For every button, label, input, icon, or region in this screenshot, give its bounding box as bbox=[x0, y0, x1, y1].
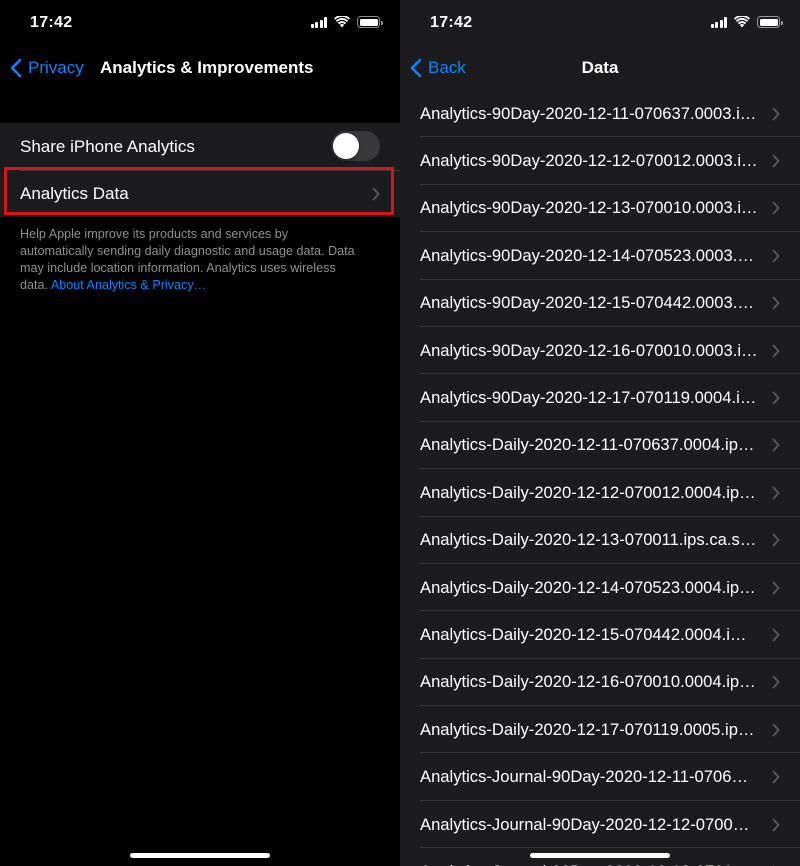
file-name: Analytics-Daily-2020-12-15-070442.0004.i… bbox=[420, 624, 747, 644]
file-name: Analytics-Daily-2020-12-16-070010.0004.i… bbox=[420, 672, 756, 692]
page-title: Analytics & Improvements bbox=[100, 58, 314, 77]
file-name: Analytics-90Day-2020-12-15-070442.0003.… bbox=[420, 293, 754, 313]
list-item[interactable]: Analytics-Journal-90Day-2020-12-12-0700… bbox=[400, 801, 800, 849]
file-name: Analytics-90Day-2020-12-11-070637.0003.i… bbox=[420, 103, 757, 123]
screenshot-pair: 17:42 Privacy Analytics & Improvements S… bbox=[0, 0, 800, 866]
chevron-right-icon bbox=[772, 675, 780, 689]
chevron-right-icon bbox=[772, 344, 780, 358]
list-item[interactable]: Analytics-Journal-90Day-2020-12-11-0706… bbox=[400, 753, 800, 802]
status-time: 17:42 bbox=[30, 14, 73, 31]
share-iphone-analytics-row: Share iPhone Analytics bbox=[0, 123, 400, 170]
status-icons bbox=[710, 16, 783, 28]
list-item[interactable]: Analytics-Daily-2020-12-16-070010.0004.i… bbox=[400, 659, 800, 707]
file-name: Analytics-90Day-2020-12-13-070010.0003.i… bbox=[420, 198, 758, 218]
list-item[interactable]: Analytics-Daily-2020-12-11-070637.0004.i… bbox=[400, 422, 800, 470]
chevron-right-icon bbox=[772, 723, 780, 737]
navigation-bar: Privacy Analytics & Improvements bbox=[0, 46, 400, 90]
share-iphone-analytics-label: Share iPhone Analytics bbox=[20, 136, 195, 156]
chevron-right-icon bbox=[772, 818, 780, 831]
cellular-signal-icon bbox=[310, 16, 327, 28]
analytics-settings-group: Share iPhone Analytics Analytics Data bbox=[0, 123, 400, 217]
chevron-right-icon bbox=[772, 628, 780, 642]
list-item[interactable]: Analytics-90Day-2020-12-11-070637.0003.i… bbox=[400, 90, 800, 138]
file-name: Analytics-90Day-2020-12-12-070012.0003.i… bbox=[420, 151, 758, 171]
chevron-right-icon bbox=[772, 296, 780, 310]
navigation-bar: Back Data bbox=[400, 46, 800, 90]
analytics-improvements-screen: 17:42 Privacy Analytics & Improvements S… bbox=[0, 0, 400, 866]
list-item[interactable]: Analytics-90Day-2020-12-12-070012.0003.i… bbox=[400, 137, 800, 186]
chevron-right-icon bbox=[772, 107, 780, 121]
file-name: Analytics-Daily-2020-12-17-070119.0005.i… bbox=[420, 719, 755, 739]
analytics-footnote: Help Apple improve its products and serv… bbox=[20, 226, 365, 294]
status-bar: 17:42 bbox=[400, 0, 800, 46]
list-item[interactable]: Analytics-90Day-2020-12-16-070010.0003.i… bbox=[400, 327, 800, 375]
share-iphone-analytics-toggle[interactable] bbox=[331, 131, 380, 161]
list-item[interactable]: Analytics-Daily-2020-12-15-070442.0004.i… bbox=[400, 611, 800, 660]
wifi-icon bbox=[334, 16, 350, 28]
file-name: Analytics-Daily-2020-12-12-070012.0004.i… bbox=[420, 482, 756, 502]
chevron-right-icon bbox=[772, 581, 780, 594]
page-title: Data bbox=[581, 58, 619, 77]
chevron-left-icon bbox=[10, 58, 22, 78]
data-screen: 17:42 Back Data Analytics-90Day-2020-12-… bbox=[400, 0, 800, 866]
analytics-data-label: Analytics Data bbox=[20, 183, 129, 203]
file-name: Analytics-90Day-2020-12-14-070523.0003.… bbox=[420, 245, 754, 265]
file-name: Analytics-Journal-90Day-2020-12-13-0700… bbox=[420, 862, 758, 866]
file-name: Analytics-Daily-2020-12-11-070637.0004.i… bbox=[420, 435, 755, 455]
file-name: Analytics-Daily-2020-12-14-070523.0004.i… bbox=[420, 577, 756, 597]
about-analytics-privacy-link[interactable]: About Analytics & Privacy… bbox=[51, 278, 206, 292]
list-item[interactable]: Analytics-Daily-2020-12-17-070119.0005.i… bbox=[400, 706, 800, 754]
status-time: 17:42 bbox=[430, 14, 473, 31]
list-item[interactable]: Analytics-90Day-2020-12-14-070523.0003.… bbox=[400, 232, 800, 280]
wifi-icon bbox=[734, 16, 750, 28]
list-item[interactable]: Analytics-90Day-2020-12-17-070119.0004.i… bbox=[400, 374, 800, 423]
back-label: Privacy bbox=[28, 58, 84, 77]
file-name: Analytics-Journal-90Day-2020-12-11-0706… bbox=[420, 767, 749, 787]
list-item[interactable]: Analytics-Daily-2020-12-14-070523.0004.i… bbox=[400, 564, 800, 612]
file-name: Analytics-90Day-2020-12-17-070119.0004.i… bbox=[420, 388, 757, 408]
analytics-file-list: Analytics-90Day-2020-12-11-070637.0003.i… bbox=[400, 90, 800, 866]
chevron-right-icon bbox=[372, 187, 380, 200]
chevron-right-icon bbox=[772, 770, 780, 784]
analytics-data-row[interactable]: Analytics Data bbox=[0, 170, 400, 217]
home-indicator bbox=[530, 853, 670, 858]
file-name: Analytics-Daily-2020-12-13-070011.ips.ca… bbox=[420, 530, 757, 550]
list-item[interactable]: Analytics-Daily-2020-12-12-070012.0004.i… bbox=[400, 469, 800, 517]
chevron-right-icon bbox=[772, 533, 780, 547]
status-icons bbox=[310, 16, 383, 28]
file-name: Analytics-90Day-2020-12-16-070010.0003.i… bbox=[420, 340, 758, 360]
list-item[interactable]: Analytics-90Day-2020-12-13-070010.0003.i… bbox=[400, 185, 800, 233]
list-item[interactable]: Analytics-Daily-2020-12-13-070011.ips.ca… bbox=[400, 517, 800, 565]
cellular-signal-icon bbox=[710, 16, 727, 28]
chevron-right-icon bbox=[772, 486, 780, 500]
chevron-right-icon bbox=[772, 391, 780, 405]
home-indicator bbox=[130, 853, 270, 858]
list-item[interactable]: Analytics-90Day-2020-12-15-070442.0003.… bbox=[400, 280, 800, 328]
file-name: Analytics-Journal-90Day-2020-12-12-0700… bbox=[420, 814, 750, 834]
back-button-privacy[interactable]: Privacy bbox=[10, 46, 84, 90]
chevron-right-icon bbox=[772, 439, 780, 452]
toggle-knob bbox=[333, 133, 359, 159]
chevron-right-icon bbox=[772, 154, 780, 168]
battery-icon bbox=[757, 16, 783, 28]
chevron-right-icon bbox=[772, 249, 780, 263]
chevron-right-icon bbox=[772, 202, 780, 215]
battery-icon bbox=[357, 16, 383, 28]
status-bar: 17:42 bbox=[0, 0, 400, 46]
